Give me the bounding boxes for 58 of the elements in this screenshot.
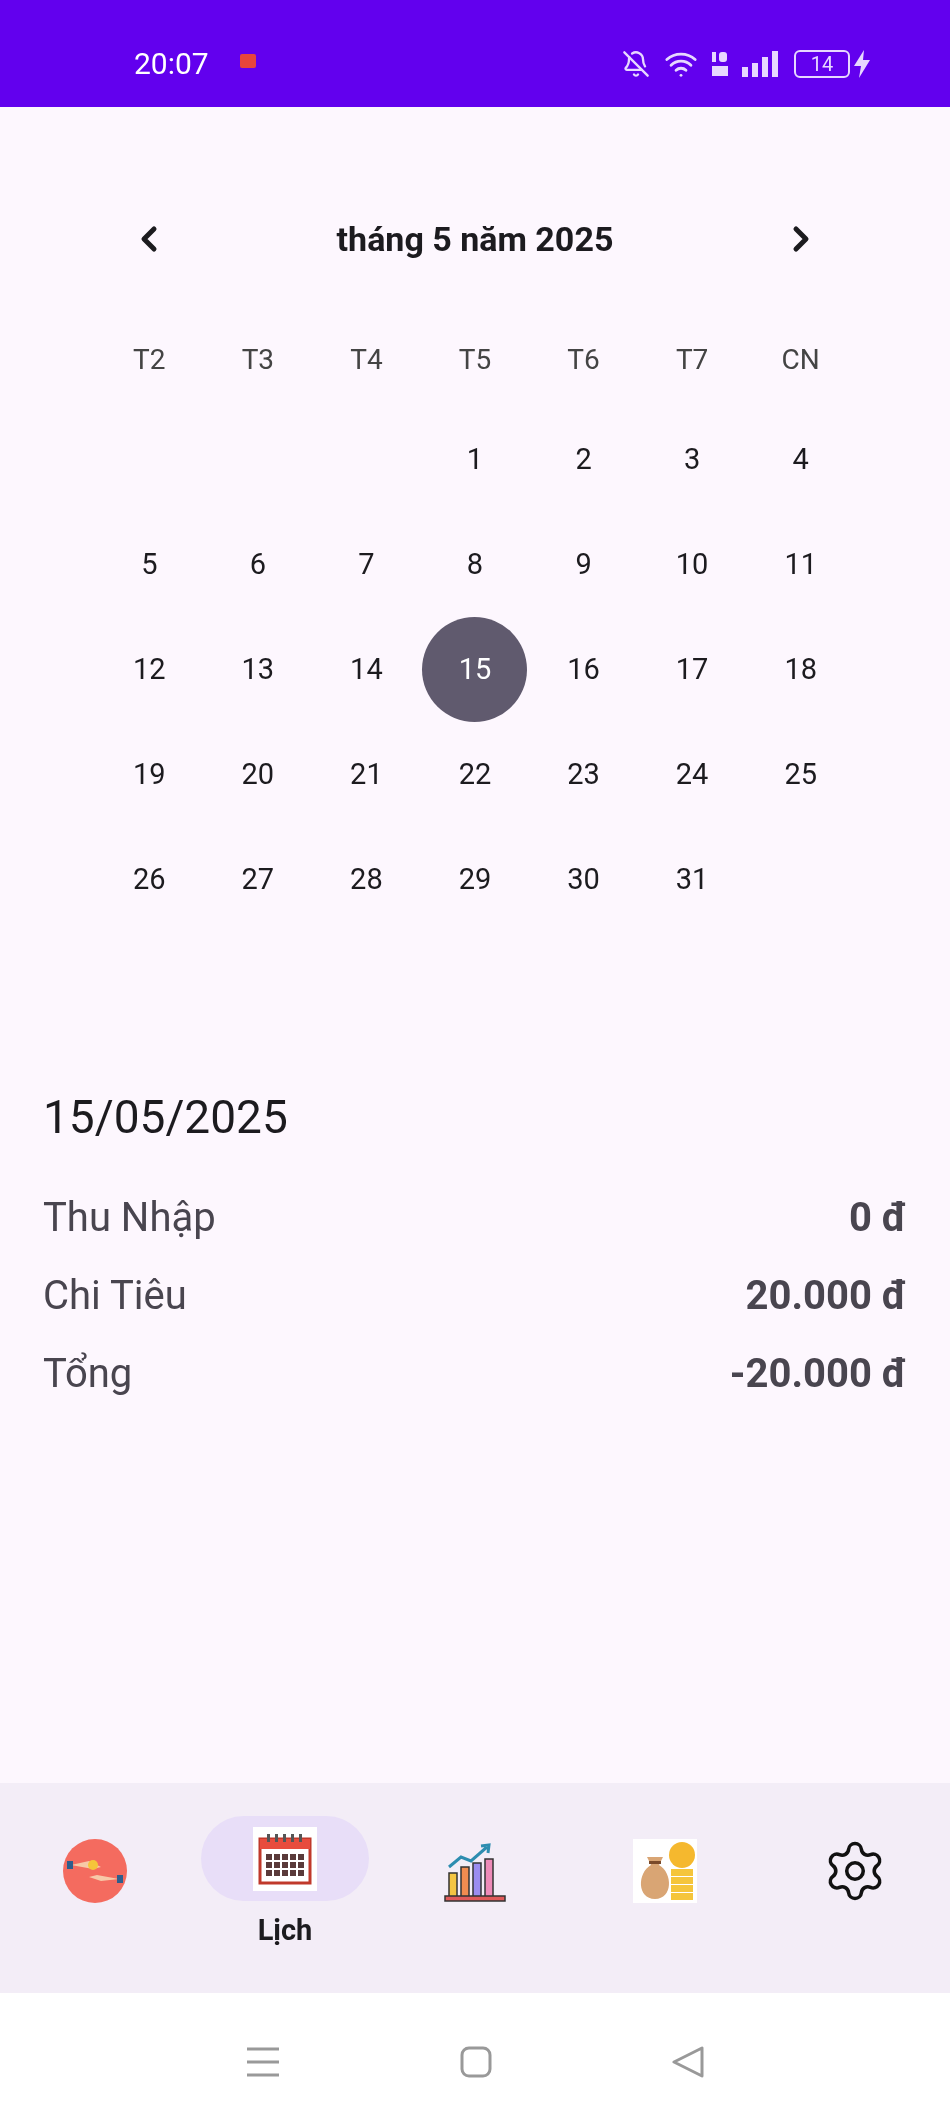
home-icon[interactable] [460,2046,492,2078]
weekday-label: CN [781,342,820,378]
menu-icon[interactable] [246,2047,280,2077]
calendar-day[interactable]: 30 [531,827,637,932]
weekday-label: T5 [458,342,492,378]
calendar-day[interactable]: 18 [748,617,854,722]
calendar-day[interactable]: 21 [313,722,419,827]
calendar-day[interactable]: 5 [96,512,202,617]
calendar-day[interactable]: 6 [205,512,311,617]
nav-item[interactable]: Lịch [190,1783,380,1993]
weekday-label: T2 [133,342,166,378]
selected-date: 15/05/2025 [43,1089,289,1146]
calendar-day[interactable]: 3 [639,407,745,512]
calendar-day[interactable]: 19 [96,722,202,827]
calendar-day[interactable]: 23 [531,722,637,827]
signal-icon [742,50,778,77]
calendar-day[interactable]: 27 [205,827,311,932]
battery-indicator: 14 [794,49,850,78]
charging-icon [854,49,870,78]
weekday-label: T7 [675,342,709,378]
calendar-day[interactable]: 20 [205,722,311,827]
month-title: tháng 5 năm 2025 [336,217,614,261]
calendar-day[interactable]: 16 [531,617,637,722]
summary-label: Chi Tiêu [43,1271,187,1321]
calendar-day[interactable]: 15 [422,617,528,722]
calendar-day[interactable]: 29 [422,827,528,932]
calendar-day[interactable]: 17 [639,617,745,722]
calendar-day[interactable]: 9 [531,512,637,617]
calendar-day[interactable]: 14 [313,617,419,722]
summary-label: Thu Nhập [43,1193,216,1243]
summary-value: -20.000 đ [729,1349,907,1399]
bell-off-icon [622,49,650,78]
calendar-icon[interactable] [253,1826,317,1891]
nav-label: Lịch [257,1912,313,1949]
back-icon[interactable] [672,2046,704,2078]
calendar-day[interactable]: 8 [422,512,528,617]
weekday-label: T4 [350,342,383,378]
calendar-day[interactable]: 26 [96,827,202,932]
calendar-day[interactable]: 2 [531,407,637,512]
calendar-day[interactable]: 4 [748,407,854,512]
calendar-day[interactable]: 13 [205,617,311,722]
weekday-label: T6 [567,342,600,378]
calendar-day[interactable]: 25 [748,722,854,827]
calendar-day[interactable]: 31 [639,827,745,932]
calendar-day[interactable]: 28 [313,827,419,932]
clock: 20:07 [134,45,209,83]
calendar-day[interactable]: 11 [748,512,854,617]
weekday-label: T3 [241,342,275,378]
calendar-day[interactable]: 1 [422,407,528,512]
summary-value: 20.000 đ [745,1271,907,1321]
calendar-day[interactable]: 10 [639,512,745,617]
summary-label: Tổng [43,1349,133,1399]
calendar-day[interactable]: 22 [422,722,528,827]
hand-coin-icon [63,1838,127,1903]
calendar-day[interactable]: 24 [639,722,745,827]
calendar-day[interactable]: 7 [313,512,419,617]
summary-value: 0 đ [848,1193,907,1243]
calendar-day[interactable]: 12 [96,617,202,722]
